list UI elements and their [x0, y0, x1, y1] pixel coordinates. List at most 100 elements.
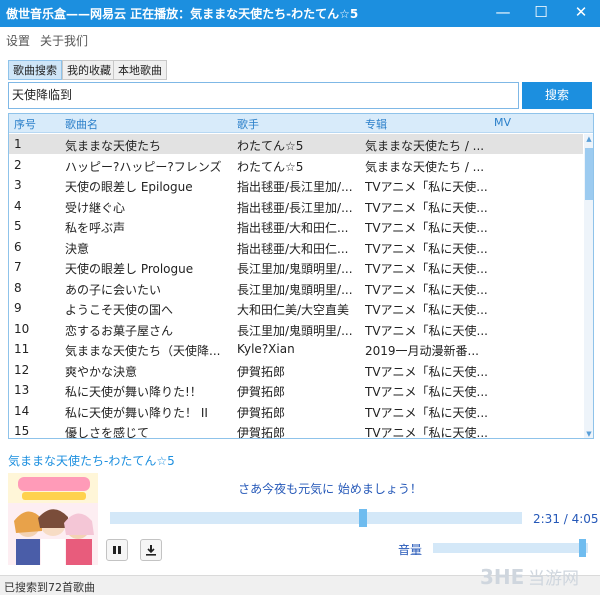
- volume-fill: [433, 543, 584, 553]
- close-icon[interactable]: ✕: [562, 0, 600, 27]
- table-header: 序号 歌曲名 歌手 专辑 MV: [9, 114, 593, 133]
- row-artist: わたてん☆5: [237, 139, 304, 153]
- row-number: 14: [14, 403, 30, 418]
- playback-time: 2:31 / 4:05: [533, 512, 599, 526]
- row-album: TVアニメ「私に天使...: [365, 221, 488, 235]
- row-album: 2019一月动漫新番...: [365, 344, 479, 358]
- row-number: 1: [14, 137, 22, 151]
- row-artist: 伊賀拓郎: [237, 364, 286, 379]
- row-artist: 指出毬亜/長江里加/...: [237, 200, 353, 215]
- header-song[interactable]: 歌曲名: [65, 116, 98, 132]
- row-number: 12: [14, 362, 30, 377]
- scroll-down-icon[interactable]: ▼: [584, 429, 593, 438]
- row-artist: 大和田仁美/大空直美: [237, 303, 350, 317]
- volume-thumb[interactable]: [579, 539, 587, 557]
- progress-thumb[interactable]: [359, 509, 368, 527]
- scroll-thumb[interactable]: [585, 148, 593, 200]
- row-song: 天使の眼差し Prologue: [65, 262, 194, 276]
- album-cover: [8, 473, 98, 565]
- row-album: 気ままな天使たち / ...: [365, 139, 485, 153]
- row-album: TVアニメ「私に天使...: [365, 282, 488, 297]
- table-row[interactable]: 12 爽やかな決意 伊賀拓郎 TVアニメ「私に天使...: [9, 360, 583, 380]
- table-row[interactable]: 5 私を呼ぶ声 指出毬亜/大和田仁... TVアニメ「私に天使...: [9, 216, 583, 236]
- now-playing-title: 気ままな天使たち-わたてん☆5: [8, 454, 175, 468]
- table-row[interactable]: 4 受け継ぐ心 指出毬亜/長江里加/... TVアニメ「私に天使...: [9, 196, 583, 216]
- volume-slider[interactable]: [433, 539, 588, 557]
- row-artist: 伊賀拓郎: [237, 405, 286, 420]
- row-album: TVアニメ「私に天使...: [365, 385, 488, 399]
- tab-local-songs[interactable]: 本地歌曲: [113, 60, 167, 80]
- pause-icon: [113, 546, 121, 554]
- row-artist: Kyle?Xian: [237, 342, 295, 356]
- row-artist: 伊賀拓郎: [237, 426, 286, 439]
- row-album: TVアニメ「私に天使...: [365, 180, 488, 194]
- row-artist: 長江里加/鬼頭明里/...: [237, 282, 353, 297]
- row-album: TVアニメ「私に天使...: [365, 323, 488, 338]
- row-artist: 指出毬亜/大和田仁...: [237, 221, 349, 235]
- table-row[interactable]: 13 私に天使が舞い降りた!！ 伊賀拓郎 TVアニメ「私に天使...: [9, 380, 583, 400]
- download-icon: [146, 545, 156, 556]
- title-bar: 傲世音乐盒——网易云 正在播放：気ままな天使たち-わたてん☆5 — ☐ ✕: [0, 0, 600, 27]
- table-row[interactable]: 6 決意 指出毬亜/大和田仁... TVアニメ「私に天使...: [9, 237, 583, 257]
- volume-label: 音量: [398, 543, 423, 557]
- row-album: 気ままな天使たち / ...: [365, 159, 485, 174]
- row-song: 気ままな天使たち: [65, 139, 162, 153]
- search-button[interactable]: 搜索: [522, 82, 592, 109]
- row-song: あの子に会いたい: [65, 282, 162, 297]
- table-row[interactable]: 15 優しさを感じて 伊賀拓郎 TVアニメ「私に天使...: [9, 421, 583, 439]
- pause-button[interactable]: [106, 539, 128, 561]
- minimize-icon[interactable]: —: [484, 0, 522, 27]
- row-artist: 長江里加/鬼頭明里/...: [237, 323, 353, 338]
- table-row[interactable]: 3 天使の眼差し Epilogue 指出毬亜/長江里加/... TVアニメ「私に天使.…: [9, 175, 583, 195]
- watermark-logo: 3HE 当游网: [478, 562, 598, 592]
- scroll-up-icon[interactable]: ▲: [584, 134, 593, 144]
- table-row[interactable]: 9 ようこそ天使の国へ 大和田仁美/大空直美 TVアニメ「私に天使...: [9, 298, 583, 318]
- menu-settings[interactable]: 设置: [6, 32, 30, 49]
- table-row[interactable]: 8 あの子に会いたい 長江里加/鬼頭明里/... TVアニメ「私に天使...: [9, 278, 583, 298]
- tab-favorites[interactable]: 我的收藏: [62, 60, 116, 80]
- row-artist: わたてん☆5: [237, 159, 304, 174]
- svg-text:3HE: 3HE: [480, 565, 524, 589]
- row-song: 決意: [65, 241, 90, 256]
- row-number: 6: [14, 239, 22, 254]
- progress-bar[interactable]: [110, 509, 522, 527]
- row-number: 5: [14, 219, 22, 233]
- row-album: TVアニメ「私に天使...: [365, 303, 488, 317]
- table-row[interactable]: 14 私に天使が舞い降りた！ II 伊賀拓郎 TVアニメ「私に天使...: [9, 401, 583, 421]
- search-input[interactable]: 天使降临到: [8, 82, 519, 109]
- row-album: TVアニメ「私に天使...: [365, 405, 488, 420]
- header-album[interactable]: 专辑: [365, 116, 387, 132]
- status-text: 已搜索到72首歌曲: [4, 581, 95, 594]
- row-number: 4: [14, 198, 22, 213]
- row-song: ハッピー?ハッピー?フレンズ: [65, 159, 222, 174]
- row-song: 優しさを感じて: [65, 426, 150, 439]
- maximize-icon[interactable]: ☐: [522, 0, 560, 27]
- table-scrollbar[interactable]: ▲ ▼: [584, 134, 593, 438]
- header-no[interactable]: 序号: [14, 116, 36, 132]
- table-row[interactable]: 10 恋するお菓子屋さん 長江里加/鬼頭明里/... TVアニメ「私に天使...: [9, 319, 583, 339]
- header-artist[interactable]: 歌手: [237, 116, 259, 132]
- table-row[interactable]: 11 気ままな天使たち（天使降... Kyle?Xian 2019一月动漫新番...: [9, 339, 583, 359]
- table-row[interactable]: 7 天使の眼差し Prologue 長江里加/鬼頭明里/... TVアニメ「私に天使.…: [9, 257, 583, 277]
- tab-song-search[interactable]: 歌曲搜索: [8, 60, 62, 80]
- row-song: 恋するお菓子屋さん: [65, 323, 174, 338]
- header-mv[interactable]: MV: [494, 116, 511, 129]
- row-artist: 長江里加/鬼頭明里/...: [237, 262, 353, 276]
- row-number: 13: [14, 383, 30, 397]
- table-row[interactable]: 1 気ままな天使たち わたてん☆5 気ままな天使たち / ...: [9, 134, 583, 154]
- row-song: 気ままな天使たち（天使降...: [65, 344, 221, 358]
- progress-fill: [110, 512, 364, 524]
- row-artist: 指出毬亜/大和田仁...: [237, 241, 349, 256]
- row-number: 2: [14, 157, 22, 172]
- row-song: 爽やかな決意: [65, 364, 138, 379]
- table-row[interactable]: 2 ハッピー?ハッピー?フレンズ わたてん☆5 気ままな天使たち / ...: [9, 155, 583, 175]
- row-artist: 伊賀拓郎: [237, 385, 286, 399]
- svg-text:当游网: 当游网: [528, 569, 579, 589]
- row-song: ようこそ天使の国へ: [65, 303, 174, 317]
- row-number: 11: [14, 342, 30, 356]
- download-button[interactable]: [140, 539, 162, 561]
- row-song: 私を呼ぶ声: [65, 221, 126, 235]
- lyric-line: さあ今夜も元気に 始めましょう！: [238, 482, 422, 496]
- window-title: 傲世音乐盒——网易云 正在播放：気ままな天使たち-わたてん☆5: [6, 7, 359, 21]
- menu-about[interactable]: 关于我们: [40, 32, 88, 49]
